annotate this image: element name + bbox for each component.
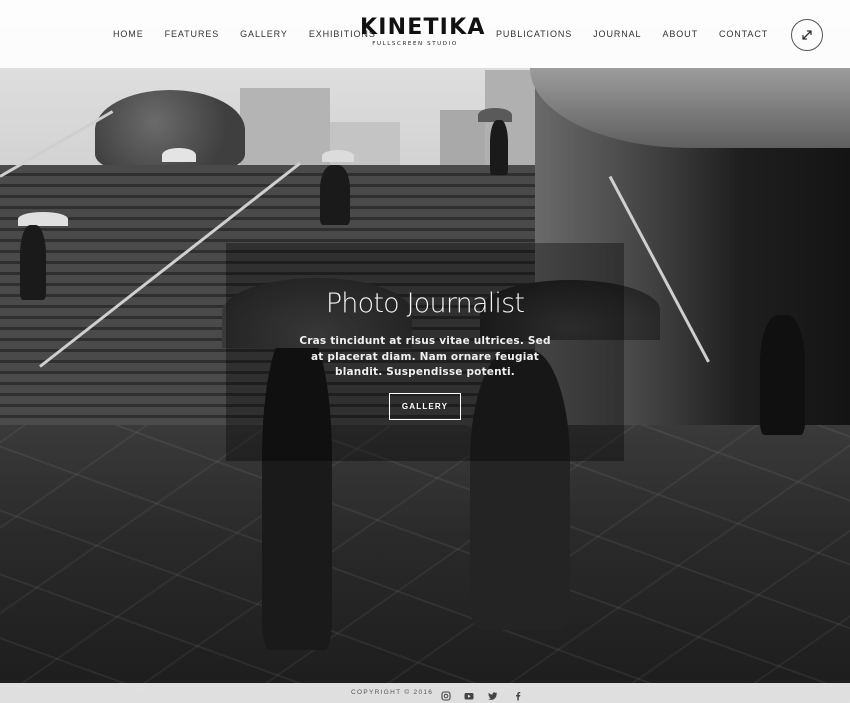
hero-title: Photo Journalist: [325, 288, 525, 319]
nav-item-home[interactable]: HOME: [113, 29, 144, 39]
instagram-icon[interactable]: [441, 688, 451, 701]
gallery-button[interactable]: GALLERY: [389, 393, 461, 420]
pedestrian: [20, 225, 46, 300]
hero-caption: Photo Journalist Cras tincidunt at risus…: [226, 243, 624, 461]
nav-item-features[interactable]: FEATURES: [165, 29, 220, 39]
site-header: HOME FEATURES GALLERY EXHIBITIONS KINETI…: [0, 0, 850, 68]
youtube-icon[interactable]: [464, 688, 474, 700]
site-logo[interactable]: KINETIKA FULLSCREEN STUDIO: [360, 15, 486, 48]
logo-subtitle: FULLSCREEN STUDIO: [372, 41, 458, 47]
umbrella: [322, 150, 354, 162]
nav-item-publications[interactable]: PUBLICATIONS: [496, 29, 572, 39]
hero-description: Cras tincidunt at risus vitae ultrices. …: [299, 335, 551, 378]
main-nav-right: PUBLICATIONS JOURNAL ABOUT CONTACT: [496, 29, 768, 39]
nav-item-journal[interactable]: JOURNAL: [593, 29, 641, 39]
pedestrian: [760, 315, 805, 435]
nav-item-gallery[interactable]: GALLERY: [240, 29, 288, 39]
facebook-icon[interactable]: [513, 688, 523, 701]
umbrella: [162, 148, 196, 162]
fullscreen-toggle-button[interactable]: [791, 19, 823, 51]
twitter-icon[interactable]: [488, 688, 498, 700]
logo-title: KINETIKA: [360, 15, 486, 40]
wet-pavement: [0, 425, 850, 703]
umbrella: [18, 212, 68, 226]
copyright-text: COPYRIGHT © 2016: [351, 689, 434, 696]
main-nav-left: HOME FEATURES GALLERY EXHIBITIONS: [113, 29, 376, 39]
pedestrian: [490, 120, 508, 175]
pedestrian: [320, 165, 350, 225]
site-footer: COPYRIGHT © 2016: [0, 683, 850, 703]
nav-item-contact[interactable]: CONTACT: [719, 29, 768, 39]
nav-item-about[interactable]: ABOUT: [662, 29, 698, 39]
expand-arrows-icon: [802, 30, 812, 40]
